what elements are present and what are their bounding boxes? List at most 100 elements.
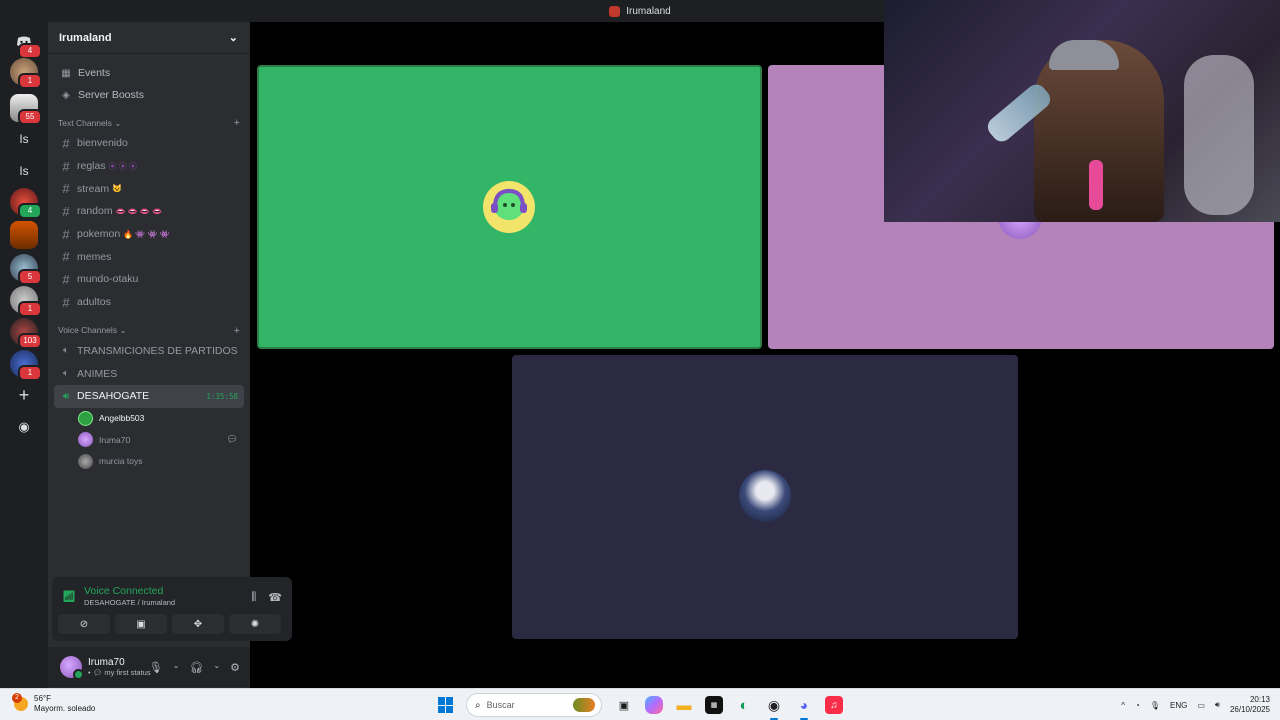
discover-icon[interactable]: ◉ <box>10 413 38 441</box>
copilot-tray-icon[interactable]: ◔ <box>1135 701 1140 710</box>
menu-events[interactable]: ▦ Events <box>48 62 250 84</box>
copilot-icon[interactable] <box>645 696 663 714</box>
voice-member[interactable]: Angelbb503 <box>48 408 250 430</box>
channel-adultos[interactable]: # adultos <box>48 291 250 314</box>
user-status-text: my first status <box>104 668 151 677</box>
chevron-down-icon[interactable]: ⌄ <box>173 661 180 674</box>
avatar <box>78 453 93 469</box>
voice-channel-animes[interactable]: 🔈︎ ANIMES <box>48 362 250 385</box>
server-icon[interactable]: 4 <box>10 188 42 219</box>
voice-member[interactable]: Iruma70 💬︎ <box>48 429 250 451</box>
chevron-up-icon[interactable]: ^ <box>1121 701 1125 710</box>
channel-label: memes <box>77 250 112 263</box>
microphone-shape <box>1089 160 1103 210</box>
voice-member[interactable]: murcia toys <box>48 451 250 473</box>
voice-channel-desahogate[interactable]: 🔊︎ DESAHOGATE 1:35:58 <box>54 384 244 408</box>
channel-stream[interactable]: # stream 😺 <box>48 177 250 200</box>
start-icon[interactable] <box>438 697 454 713</box>
hash-icon: # <box>62 271 70 287</box>
user-panel: Iruma70 • 💬︎ my first status 🎙︎ ⌄ 🎧︎ ⌄ ⚙… <box>48 647 250 687</box>
server-icon[interactable]: 103 <box>10 318 42 349</box>
clock[interactable]: 20:13 26/10/2025 <box>1230 695 1270 715</box>
voice-status-title[interactable]: Voice Connected <box>84 585 175 597</box>
channel-emoji: 🔥 👾 👾 👾 <box>123 229 170 239</box>
channel-emoji: 👄 👄 👄 👄 <box>115 206 163 216</box>
server-icon-is[interactable]: Is <box>10 157 38 185</box>
webcam-overlay <box>884 0 1280 222</box>
task-view-icon[interactable]: ▣ <box>612 693 636 717</box>
weather-widget[interactable]: 2 56°F Mayorm. soleado <box>12 693 95 714</box>
avatar <box>78 432 93 448</box>
channel-random[interactable]: # random 👄 👄 👄 👄 <box>48 200 250 223</box>
speaker-icon: 🔈︎ <box>63 368 69 380</box>
channel-label: mundo-otaku <box>77 273 139 286</box>
video-tile-murcia-toys[interactable] <box>512 355 1018 639</box>
channel-bienvenido[interactable]: # bienvenido <box>48 132 250 155</box>
status-badge: 4 <box>18 203 42 219</box>
member-name: Iruma70 <box>99 434 131 445</box>
network-icon[interactable]: ▭ <box>1197 701 1205 710</box>
windows-taskbar: 2 56°F Mayorm. soleado ⌕ Buscar ▣ ▬ ▦ ◐ … <box>0 688 1280 720</box>
clock-time: 20:13 <box>1249 695 1270 704</box>
screen-share-button[interactable]: ▣ <box>115 614 167 634</box>
channel-label: pokemon <box>77 228 121 241</box>
channel-memes[interactable]: # memes <box>48 245 250 268</box>
calendar-icon: ▦ <box>61 67 71 79</box>
search-placeholder: Buscar <box>486 700 515 710</box>
server-icon[interactable] <box>10 221 38 249</box>
activities-button[interactable]: ✥ <box>172 614 224 634</box>
server-header[interactable]: Irumaland ⌄ <box>48 22 250 54</box>
server-icon[interactable]: 5 <box>10 254 42 285</box>
channel-mundo-otaku[interactable]: # mundo-otaku <box>48 268 250 291</box>
add-channel-icon[interactable]: + <box>234 117 240 129</box>
menu-server-boosts[interactable]: ◈ Server Boosts <box>48 84 250 106</box>
file-explorer-icon[interactable]: ▬ <box>672 693 696 717</box>
chevron-down-icon: ⌄ <box>114 117 122 128</box>
avatar <box>483 181 535 233</box>
capcut-icon[interactable]: ▦ <box>705 696 723 714</box>
microphone-icon[interactable]: 🎙︎ <box>149 661 163 674</box>
add-server-icon[interactable]: + <box>10 381 38 409</box>
hash-icon: # <box>62 294 70 310</box>
video-tile-angelbb503[interactable] <box>257 65 762 349</box>
chevron-down-icon: ⌄ <box>228 32 238 44</box>
volume-icon[interactable]: 🔊︎ <box>1215 700 1220 710</box>
voice-channel-transmiciones[interactable]: 🔈︎ TRANSMICIONES DE PARTIDOS <box>48 340 250 363</box>
chair-shape <box>1184 55 1254 215</box>
cap-shape <box>1049 40 1119 70</box>
language-indicator[interactable]: ENG <box>1170 701 1187 710</box>
server-icon[interactable]: 1 <box>10 58 42 89</box>
disconnect-icon[interactable]: ☎︎ <box>268 591 282 604</box>
category-label: Text Channels <box>58 117 112 128</box>
avatar <box>739 470 791 522</box>
user-info[interactable]: Iruma70 • 💬︎ my first status <box>88 657 151 677</box>
channel-reglas[interactable]: # reglas ⦿ ⦿ ⦿ <box>48 155 250 178</box>
server-icon[interactable]: 1 <box>10 286 42 317</box>
headphones-icon[interactable]: 🎧︎ <box>189 661 203 674</box>
server-icon-is[interactable]: Is <box>10 125 38 153</box>
server-initials: Is <box>19 164 29 178</box>
microphone-icon[interactable]: 🎙︎ <box>1150 701 1160 710</box>
add-channel-icon[interactable]: + <box>234 325 240 337</box>
speaker-icon: 🔈︎ <box>63 345 69 357</box>
avatar[interactable] <box>60 656 84 680</box>
apple-music-icon[interactable]: ♫ <box>825 696 843 714</box>
discord-home-icon[interactable]: 4 <box>10 28 42 59</box>
discord-icon[interactable]: ◕ <box>792 693 816 720</box>
category-text-channels[interactable]: Text Channels ⌄ + <box>48 114 250 132</box>
hash-icon: # <box>62 158 70 174</box>
edge-icon[interactable]: ◐ <box>732 693 756 717</box>
obs-icon[interactable]: ◉ <box>762 693 786 720</box>
category-voice-channels[interactable]: Voice Channels ⌄ + <box>48 322 250 340</box>
camera-off-button[interactable]: ⊘ <box>58 614 110 634</box>
voice-status-subtitle[interactable]: DESAHOGATE / Irumaland <box>84 598 175 607</box>
search-box[interactable]: ⌕ Buscar <box>466 693 602 717</box>
server-icon-pixel[interactable]: 1 <box>10 350 42 381</box>
server-icon-irumaland[interactable]: 55 <box>10 94 42 125</box>
chevron-down-icon[interactable]: ⌄ <box>213 661 220 674</box>
noise-suppression-icon[interactable]: ⫼ <box>251 591 256 604</box>
soundboard-button[interactable]: ✺ <box>229 614 281 634</box>
signal-icon[interactable]: 📶︎ <box>62 590 76 603</box>
channel-pokemon[interactable]: # pokemon 🔥 👾 👾 👾 <box>48 223 250 246</box>
gear-icon[interactable]: ⚙︎ <box>230 661 240 674</box>
